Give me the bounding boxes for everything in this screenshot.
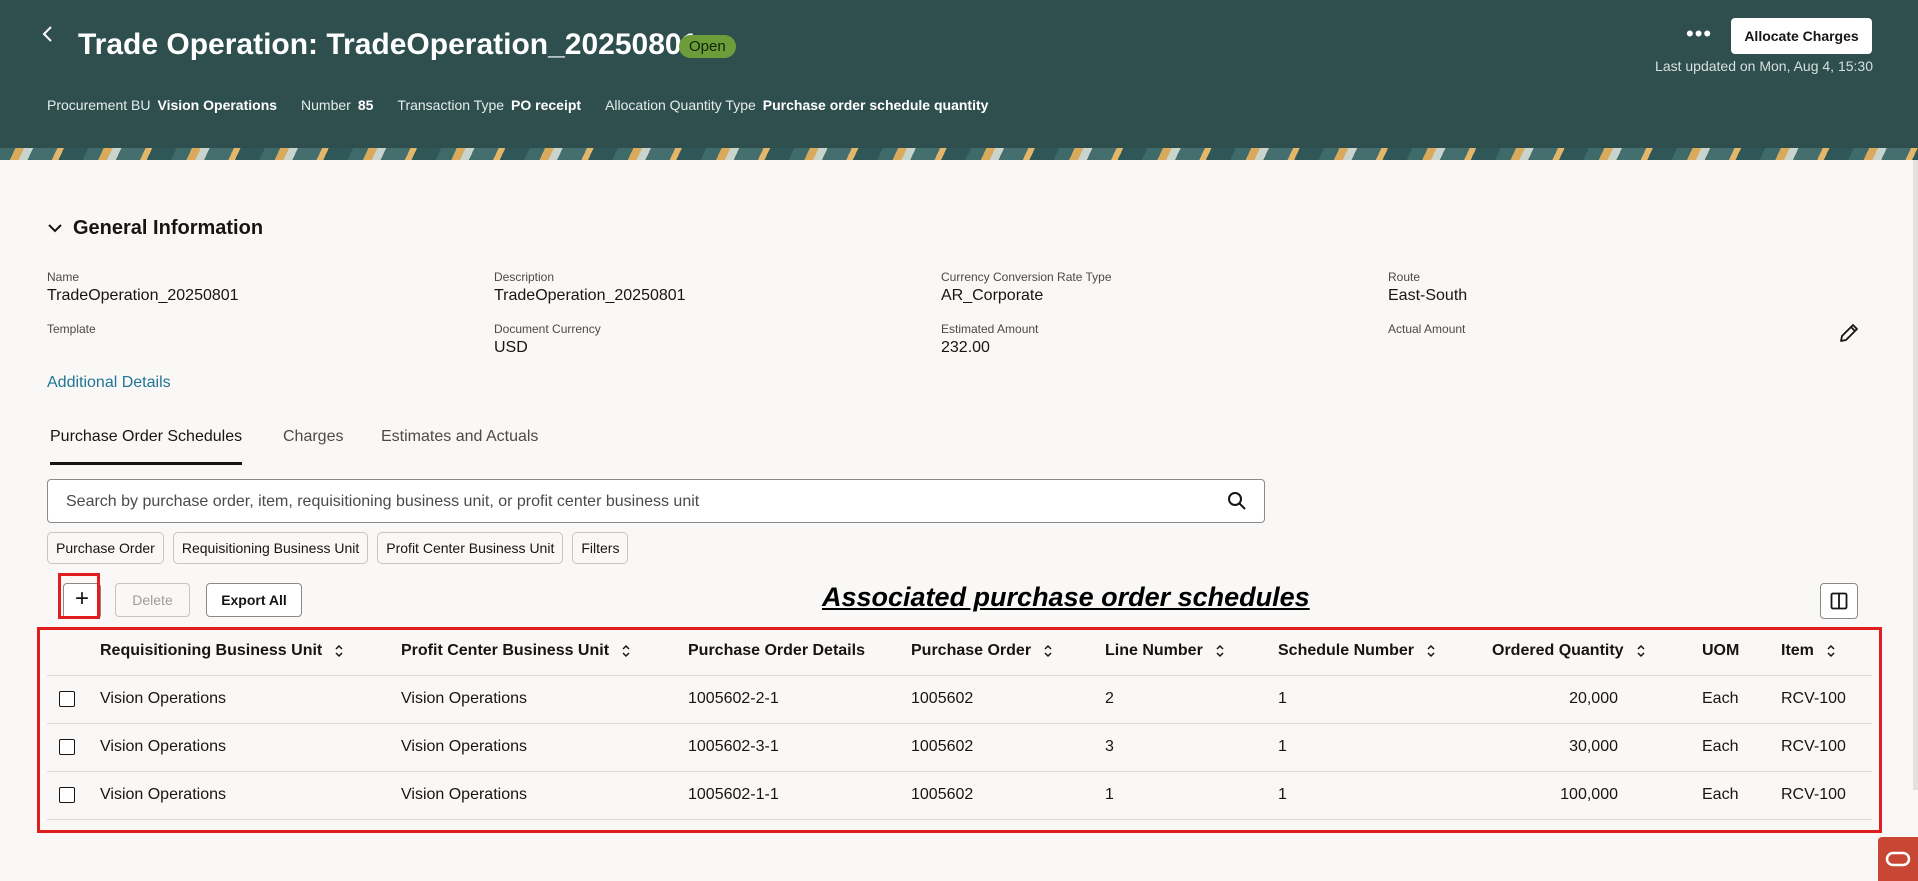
header-banner — [0, 148, 1918, 160]
additional-details-link[interactable]: Additional Details — [47, 374, 171, 392]
header-attributes: Procurement BU Vision Operations Number 85… — [47, 97, 988, 113]
search-box — [47, 479, 1265, 524]
attr-number: Number 85 — [301, 97, 374, 113]
status-badge: Open — [679, 35, 736, 58]
table-highlight — [37, 627, 1882, 833]
search-icon[interactable] — [1227, 491, 1247, 511]
field-name: Name TradeOperation_20250801 — [47, 270, 239, 304]
annotation-label: Associated purchase order schedules — [822, 582, 1310, 612]
tab-estimates-and-actuals[interactable]: Estimates and Actuals — [381, 424, 538, 462]
filter-purchase-order[interactable]: Purchase Order — [47, 532, 164, 564]
attr-transaction-type: Transaction Type PO receipt — [397, 97, 582, 113]
add-button-highlight — [58, 573, 100, 619]
columns-icon[interactable] — [1820, 583, 1858, 619]
attr-allocation-quantity-type: Allocation Quantity Type Purchase order s… — [605, 97, 989, 113]
filter-requisitioning-business-unit[interactable]: Requisitioning Business Unit — [172, 532, 369, 564]
field-estimated-amount: Estimated Amount 232.00 — [941, 322, 1039, 356]
oracle-icon[interactable] — [1878, 837, 1918, 881]
page-header: Trade Operation: TradeOperation_20250801… — [0, 0, 1918, 148]
search-input[interactable] — [64, 480, 1218, 524]
attr-procurement-bu: Procurement BU Vision Operations — [47, 97, 278, 113]
page-title: Trade Operation: TradeOperation_20250801 — [78, 28, 699, 61]
field-description: Description TradeOperation_20250801 — [494, 270, 686, 304]
delete-button[interactable]: Delete — [115, 583, 190, 617]
filter-filters[interactable]: Filters — [572, 532, 629, 564]
chevron-down-icon[interactable] — [46, 219, 64, 237]
field-template: Template — [47, 322, 96, 336]
last-updated: Last updated on Mon, Aug 4, 15:30 — [1655, 58, 1873, 74]
edit-icon[interactable] — [1838, 322, 1860, 344]
tab-purchase-order-schedules[interactable]: Purchase Order Schedules — [50, 424, 243, 465]
allocate-charges-button[interactable]: Allocate Charges — [1731, 18, 1872, 54]
scrollbar[interactable] — [1913, 160, 1918, 790]
field-currency-conversion-rate-type: Currency Conversion Rate Type AR_Corpora… — [941, 270, 1112, 304]
field-route: Route East-South — [1388, 270, 1468, 304]
export-all-button[interactable]: Export All — [206, 583, 302, 617]
more-icon[interactable]: ••• — [1686, 23, 1711, 48]
back-icon[interactable] — [40, 24, 62, 50]
general-information-title: General Information — [73, 217, 264, 239]
filter-chips: Purchase Order Requisitioning Business U… — [47, 532, 629, 564]
tab-charges[interactable]: Charges — [283, 424, 343, 462]
field-document-currency: Document Currency USD — [494, 322, 601, 356]
filter-profit-center-business-unit[interactable]: Profit Center Business Unit — [377, 532, 564, 564]
field-actual-amount: Actual Amount — [1388, 322, 1466, 336]
